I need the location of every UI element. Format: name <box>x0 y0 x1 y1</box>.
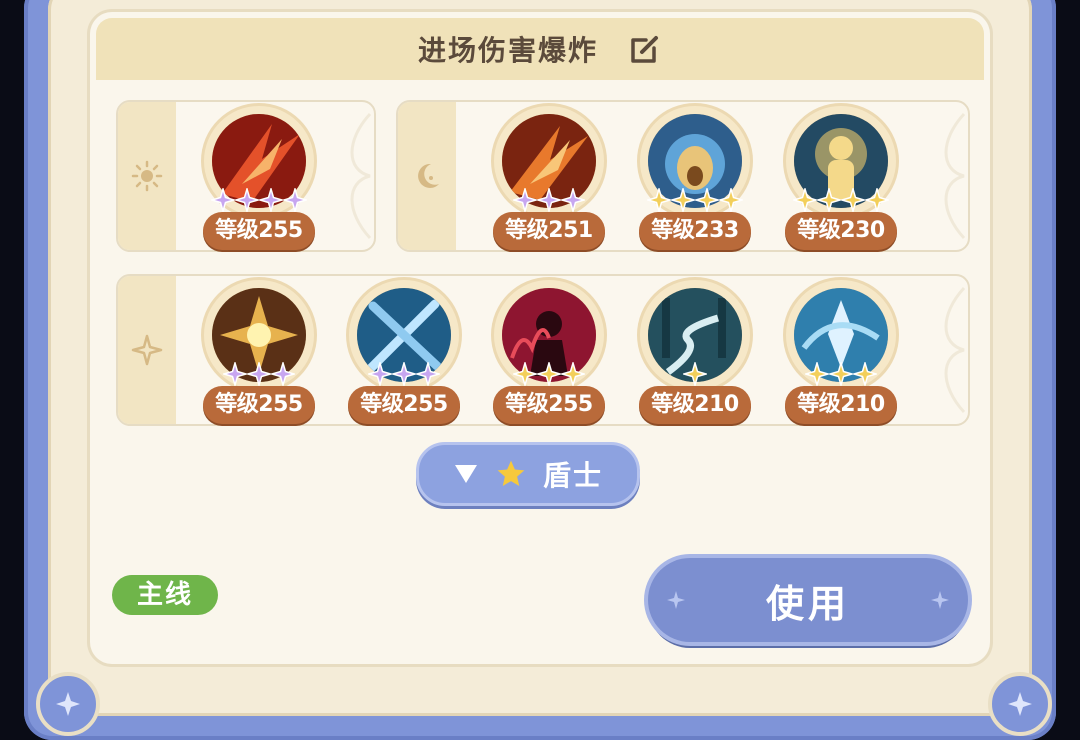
use-button-label: 使用 <box>765 581 850 626</box>
star-rating <box>345 362 463 388</box>
skill-slot[interactable]: 等级255 <box>490 280 608 426</box>
star-icon <box>513 188 537 212</box>
group-ornament <box>944 112 966 240</box>
group-tab-sun <box>118 102 176 250</box>
skill-slot[interactable]: 等级210 <box>782 280 900 426</box>
group-ornament <box>350 112 372 240</box>
skill-slot[interactable]: 等级255 <box>200 280 318 426</box>
star-icon <box>719 188 743 212</box>
star-rating <box>636 362 754 388</box>
star-icon <box>853 362 877 386</box>
star-rating <box>782 188 900 214</box>
filter-label: 盾士 <box>542 459 603 492</box>
star-icon <box>283 188 307 212</box>
sun-icon <box>131 160 163 192</box>
star-icon <box>497 460 525 486</box>
star-rating <box>636 188 754 214</box>
star-icon <box>841 188 865 212</box>
class-filter-dropdown[interactable]: 盾士 <box>416 442 640 506</box>
star-icon <box>695 188 719 212</box>
use-button[interactable]: 使用 <box>648 558 968 642</box>
star-icon <box>671 188 695 212</box>
star-icon <box>247 362 271 386</box>
skill-slot[interactable]: 等级210 <box>636 280 754 426</box>
star-icon <box>223 362 247 386</box>
group-tab-moon <box>398 102 456 250</box>
title-bar: 进场伤害爆炸 <box>96 18 984 80</box>
star-rating <box>490 188 608 214</box>
star-icon <box>271 362 295 386</box>
star-icon <box>513 362 537 386</box>
skill-slot[interactable]: 等级251 <box>490 106 608 252</box>
star-icon <box>793 188 817 212</box>
skill-slot[interactable]: 等级255 <box>200 106 318 252</box>
skill-level-badge: 等级255 <box>493 386 605 424</box>
star-rating <box>200 362 318 388</box>
star-icon <box>561 362 585 386</box>
star-icon <box>211 188 235 212</box>
edit-icon[interactable] <box>628 32 662 66</box>
star-icon <box>392 362 416 386</box>
star-icon <box>817 188 841 212</box>
star-icon <box>683 362 707 386</box>
sparkle-icon <box>667 591 685 609</box>
skill-level-badge: 等级255 <box>203 212 315 250</box>
star-rating <box>200 188 318 214</box>
group-ornament <box>944 286 966 414</box>
group-tab-star <box>118 276 176 424</box>
corner-gem-left <box>36 672 100 736</box>
skill-level-badge: 等级251 <box>493 212 605 250</box>
star-icon <box>805 362 829 386</box>
triangle-down-icon <box>454 465 477 483</box>
star-icon <box>537 188 561 212</box>
skill-level-badge: 等级255 <box>348 386 460 424</box>
star-icon <box>259 188 283 212</box>
star-icon <box>416 362 440 386</box>
star-icon <box>829 362 853 386</box>
star-icon <box>537 362 561 386</box>
sparkle-icon <box>131 334 163 366</box>
skill-level-badge: 等级230 <box>785 212 897 250</box>
skill-level-badge: 等级233 <box>639 212 751 250</box>
moon-icon <box>418 163 439 188</box>
star-icon <box>235 188 259 212</box>
skill-slot[interactable]: 等级233 <box>636 106 754 252</box>
loadout-title: 进场伤害爆炸 <box>417 34 598 67</box>
sparkle-icon <box>931 591 949 609</box>
skill-slot[interactable]: 等级255 <box>345 280 463 426</box>
skill-level-badge: 等级210 <box>639 386 751 424</box>
corner-gem-right <box>988 672 1052 736</box>
star-icon <box>368 362 392 386</box>
skill-slot[interactable]: 等级230 <box>782 106 900 252</box>
star-icon <box>561 188 585 212</box>
star-icon <box>865 188 889 212</box>
star-icon <box>647 188 671 212</box>
skill-level-badge: 等级255 <box>203 386 315 424</box>
star-rating <box>490 362 608 388</box>
skill-level-badge: 等级210 <box>785 386 897 424</box>
mainline-tag: 主线 <box>112 575 218 615</box>
star-rating <box>782 362 900 388</box>
